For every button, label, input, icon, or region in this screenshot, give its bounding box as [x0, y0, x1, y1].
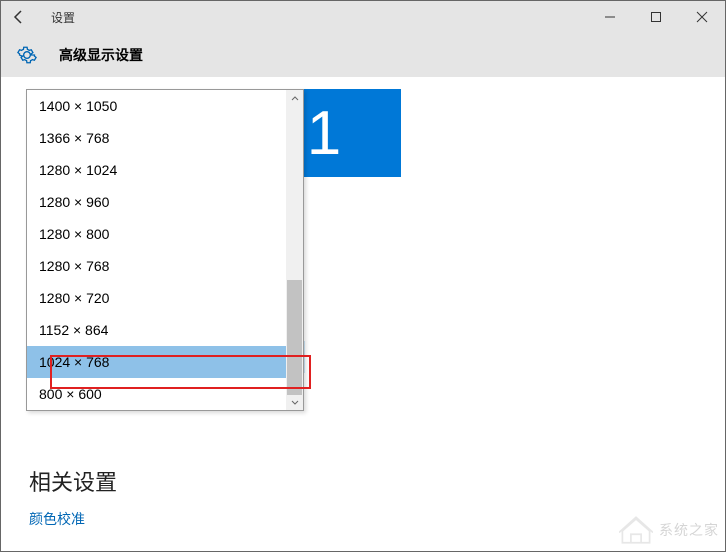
dropdown-scrollbar[interactable] — [286, 90, 303, 410]
gear-icon — [17, 45, 37, 65]
subheader: 高级显示设置 — [1, 33, 725, 77]
resolution-option[interactable]: 1400 × 1050 — [27, 90, 303, 122]
resolution-option[interactable]: 800 × 600 — [27, 378, 303, 410]
back-button[interactable] — [1, 1, 37, 33]
minimize-icon — [604, 11, 616, 23]
related-settings-heading: 相关设置 — [29, 465, 117, 497]
arrow-left-icon — [11, 9, 27, 25]
scroll-up-button[interactable] — [286, 90, 303, 107]
resolution-dropdown[interactable]: 1400 × 1050 1366 × 768 1280 × 1024 1280 … — [26, 89, 304, 411]
minimize-button[interactable] — [587, 1, 633, 33]
resolution-option[interactable]: 1152 × 864 — [27, 314, 303, 346]
watermark-text: 系统之家 — [659, 520, 719, 540]
color-calibration-link[interactable]: 颜色校准 — [29, 509, 85, 529]
maximize-icon — [650, 11, 662, 23]
resolution-option-selected[interactable]: 1024 × 768 — [27, 346, 303, 378]
resolution-option[interactable]: 1280 × 720 — [27, 282, 303, 314]
chevron-down-icon — [291, 398, 299, 406]
resolution-option[interactable]: 1280 × 1024 — [27, 154, 303, 186]
close-icon — [696, 11, 708, 23]
content-area: 1 1400 × 1050 1366 × 768 1280 × 1024 128… — [1, 77, 725, 551]
scrollbar-thumb[interactable] — [287, 280, 302, 395]
window-controls — [587, 1, 725, 33]
titlebar: 设置 — [1, 1, 725, 33]
dropdown-list: 1400 × 1050 1366 × 768 1280 × 1024 1280 … — [27, 90, 303, 410]
window-title: 设置 — [51, 9, 75, 26]
watermark: 系统之家 — [619, 515, 719, 545]
resolution-option[interactable]: 1280 × 768 — [27, 250, 303, 282]
close-button[interactable] — [679, 1, 725, 33]
chevron-up-icon — [291, 95, 299, 103]
scroll-down-button[interactable] — [286, 393, 303, 410]
page-title: 高级显示设置 — [59, 45, 143, 65]
house-icon — [619, 515, 653, 545]
maximize-button[interactable] — [633, 1, 679, 33]
resolution-option[interactable]: 1366 × 768 — [27, 122, 303, 154]
resolution-option[interactable]: 1280 × 960 — [27, 186, 303, 218]
resolution-option[interactable]: 1280 × 800 — [27, 218, 303, 250]
display-number: 1 — [307, 98, 341, 169]
